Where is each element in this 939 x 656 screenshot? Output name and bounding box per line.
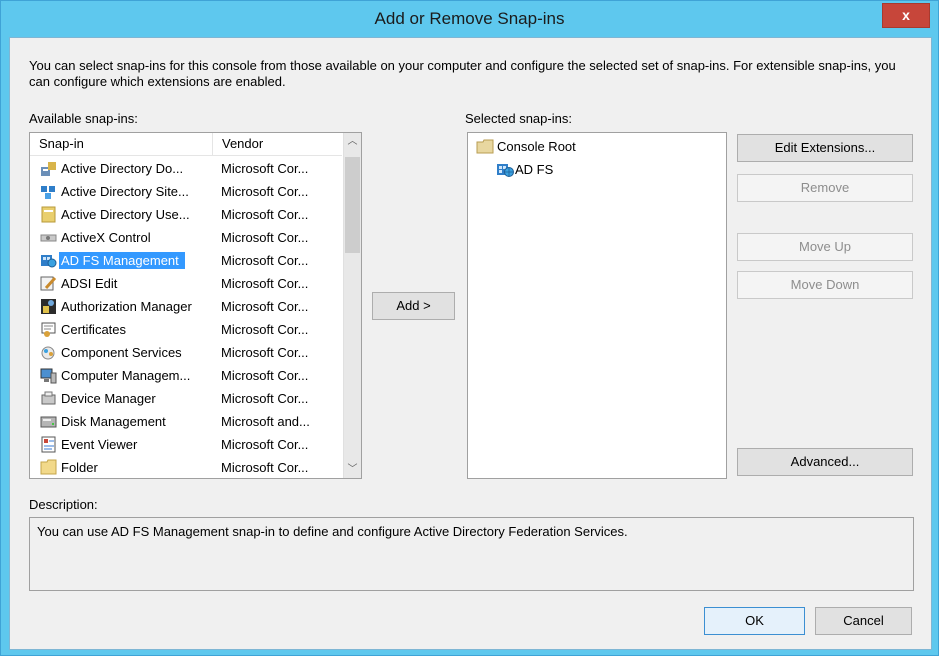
snapin-vendor: Microsoft Cor... (221, 253, 309, 268)
snapin-row[interactable]: Disk Management Microsoft and... (30, 410, 342, 433)
snapin-name: Active Directory Do... (61, 161, 184, 176)
snapin-vendor: Microsoft Cor... (221, 460, 309, 475)
snapin-name: Disk Management (61, 414, 166, 429)
snapin-name: Component Services (61, 345, 182, 360)
add-remove-snapins-dialog: Add or Remove Snap-ins x You can select … (0, 0, 939, 656)
snapin-vendor: Microsoft Cor... (221, 345, 309, 360)
snapin-row[interactable]: Active Directory Site... Microsoft Cor... (30, 180, 342, 203)
description-label: Description: (29, 497, 98, 512)
active-directory-users-icon (40, 206, 57, 223)
snapin-row[interactable]: Certificates Microsoft Cor... (30, 318, 342, 341)
tree-node-label: AD FS (515, 162, 554, 177)
description-box: You can use AD FS Management snap-in to … (29, 517, 914, 591)
snapin-vendor: Microsoft Cor... (221, 276, 309, 291)
snapin-name: ActiveX Control (61, 230, 151, 245)
snapin-vendor: Microsoft Cor... (221, 368, 309, 383)
move-up-button[interactable]: Move Up (737, 233, 913, 261)
event-viewer-icon (40, 436, 57, 453)
advanced-button[interactable]: Advanced... (737, 448, 913, 476)
snapin-vendor: Microsoft Cor... (221, 161, 309, 176)
snapin-name: ADSI Edit (61, 276, 118, 291)
snapin-vendor: Microsoft Cor... (221, 207, 309, 222)
add-button[interactable]: Add > (372, 292, 455, 320)
snapin-row[interactable]: Authorization Manager Microsoft Cor... (30, 295, 342, 318)
folder-icon (40, 459, 57, 476)
snapin-row[interactable]: Active Directory Use... Microsoft Cor... (30, 203, 342, 226)
adfs-icon (40, 252, 57, 269)
move-down-button[interactable]: Move Down (737, 271, 913, 299)
close-button[interactable]: x (882, 3, 930, 28)
snapin-row[interactable]: Device Manager Microsoft Cor... (30, 387, 342, 410)
tree-node-label: Console Root (497, 139, 576, 154)
snapin-name: Event Viewer (61, 437, 138, 452)
snapin-vendor: Microsoft and... (221, 414, 310, 429)
snapin-row[interactable]: AD FS Management Microsoft Cor... (30, 249, 342, 272)
snapin-row[interactable]: Component Services Microsoft Cor... (30, 341, 342, 364)
snapin-row[interactable]: Event Viewer Microsoft Cor... (30, 433, 342, 456)
snapin-name: Active Directory Use... (61, 207, 190, 222)
adsi-edit-icon (40, 275, 57, 292)
scroll-down-arrow-icon[interactable]: ﹀ (344, 461, 361, 478)
snapin-name: Certificates (61, 322, 127, 337)
snapin-name: AD FS Management (59, 252, 185, 269)
available-snapins-list[interactable]: Snap-in Vendor Active Directory Do... Mic… (29, 132, 362, 479)
active-directory-domains-icon (40, 160, 57, 177)
computer-management-icon (40, 367, 57, 384)
column-header-vendor[interactable]: Vendor (214, 133, 263, 155)
snapin-name: Folder (61, 460, 98, 475)
authorization-manager-icon (40, 298, 57, 315)
snapin-vendor: Microsoft Cor... (221, 230, 309, 245)
snapin-row[interactable]: ActiveX Control Microsoft Cor... (30, 226, 342, 249)
snapin-vendor: Microsoft Cor... (221, 322, 309, 337)
snapin-name: Active Directory Site... (61, 184, 189, 199)
snapin-name: Computer Managem... (61, 368, 191, 383)
snapin-rows: Active Directory Do... Microsoft Cor... Ac… (30, 157, 342, 478)
title-bar[interactable]: Add or Remove Snap-ins x (1, 1, 938, 37)
list-scrollbar[interactable]: ︿ ﹀ (343, 133, 361, 478)
snapin-row[interactable]: Computer Managem... Microsoft Cor... (30, 364, 342, 387)
dialog-title: Add or Remove Snap-ins (374, 9, 565, 28)
available-snapins-label: Available snap-ins: (29, 111, 138, 126)
certificates-icon (40, 321, 57, 338)
adfs-icon (496, 161, 514, 179)
snapin-vendor: Microsoft Cor... (221, 299, 309, 314)
disk-management-icon (40, 413, 57, 430)
description-text: You can use AD FS Management snap-in to … (37, 524, 628, 539)
snapin-vendor: Microsoft Cor... (221, 391, 309, 406)
remove-button[interactable]: Remove (737, 174, 913, 202)
cancel-button[interactable]: Cancel (815, 607, 912, 635)
selected-snapins-tree[interactable]: Console Root AD FS (467, 132, 727, 479)
snapin-name: Authorization Manager (61, 299, 192, 314)
active-directory-sites-icon (40, 183, 57, 200)
selected-snapins-label: Selected snap-ins: (465, 111, 572, 126)
folder-icon (476, 139, 494, 154)
snapin-row[interactable]: ADSI Edit Microsoft Cor... (30, 272, 342, 295)
intro-text: You can select snap-ins for this console… (29, 58, 896, 89)
snapin-row[interactable]: Folder Microsoft Cor... (30, 456, 342, 478)
snapin-vendor: Microsoft Cor... (221, 184, 309, 199)
snapin-vendor: Microsoft Cor... (221, 437, 309, 452)
column-header-snapin[interactable]: Snap-in (30, 133, 213, 155)
edit-extensions-button[interactable]: Edit Extensions... (737, 134, 913, 162)
snapin-row[interactable]: Active Directory Do... Microsoft Cor... (30, 157, 342, 180)
snapin-name: Device Manager (61, 391, 156, 406)
ok-button[interactable]: OK (704, 607, 805, 635)
dialog-body: You can select snap-ins for this console… (9, 37, 932, 650)
scroll-thumb[interactable] (345, 157, 360, 253)
list-header: Snap-in Vendor (30, 133, 342, 156)
component-services-icon (40, 344, 57, 361)
activex-control-icon (40, 229, 57, 246)
scroll-up-arrow-icon[interactable]: ︿ (344, 133, 361, 150)
device-manager-icon (40, 390, 57, 407)
